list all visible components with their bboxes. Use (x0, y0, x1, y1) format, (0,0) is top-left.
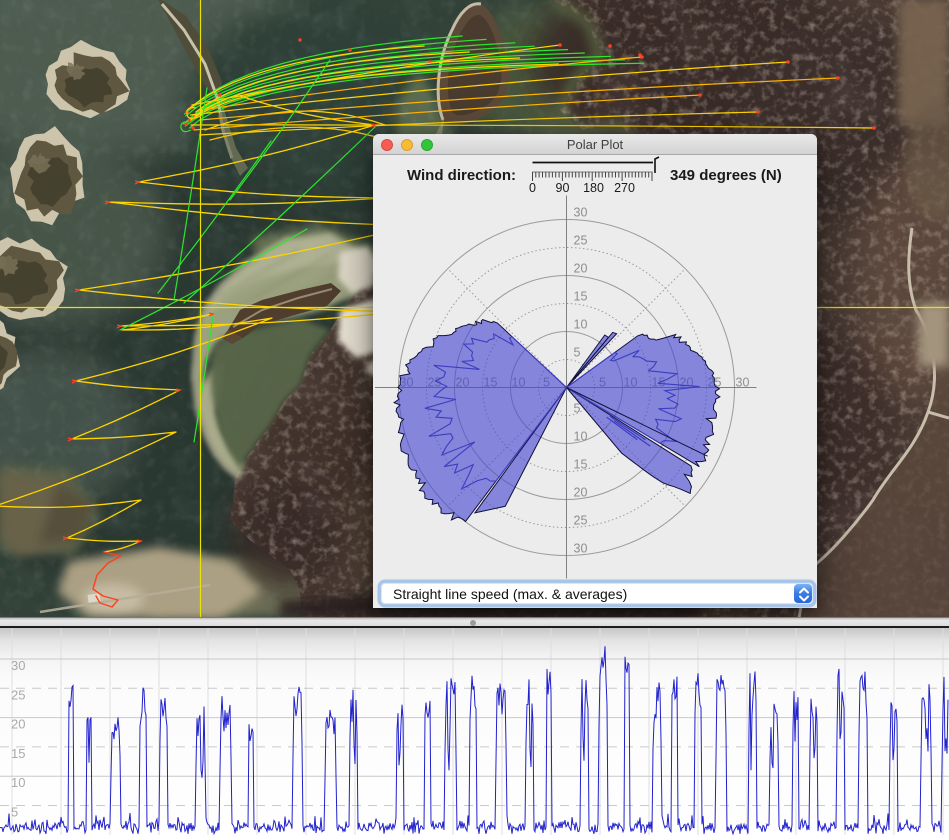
svg-text:5: 5 (574, 346, 581, 360)
svg-text:15: 15 (11, 746, 25, 761)
svg-text:5: 5 (11, 805, 18, 820)
svg-text:10: 10 (574, 430, 588, 444)
svg-text:15: 15 (574, 458, 588, 472)
svg-text:15: 15 (574, 290, 588, 304)
svg-text:30: 30 (736, 376, 750, 390)
svg-text:25: 25 (574, 234, 588, 248)
svg-text:10: 10 (11, 775, 25, 790)
svg-text:30: 30 (11, 658, 25, 673)
svg-text:25: 25 (574, 514, 588, 528)
svg-text:20: 20 (574, 486, 588, 500)
svg-text:25: 25 (11, 687, 25, 702)
svg-text:10: 10 (574, 318, 588, 332)
svg-text:20: 20 (11, 717, 25, 732)
svg-text:20: 20 (574, 262, 588, 276)
svg-text:30: 30 (574, 206, 588, 220)
svg-text:30: 30 (574, 542, 588, 556)
